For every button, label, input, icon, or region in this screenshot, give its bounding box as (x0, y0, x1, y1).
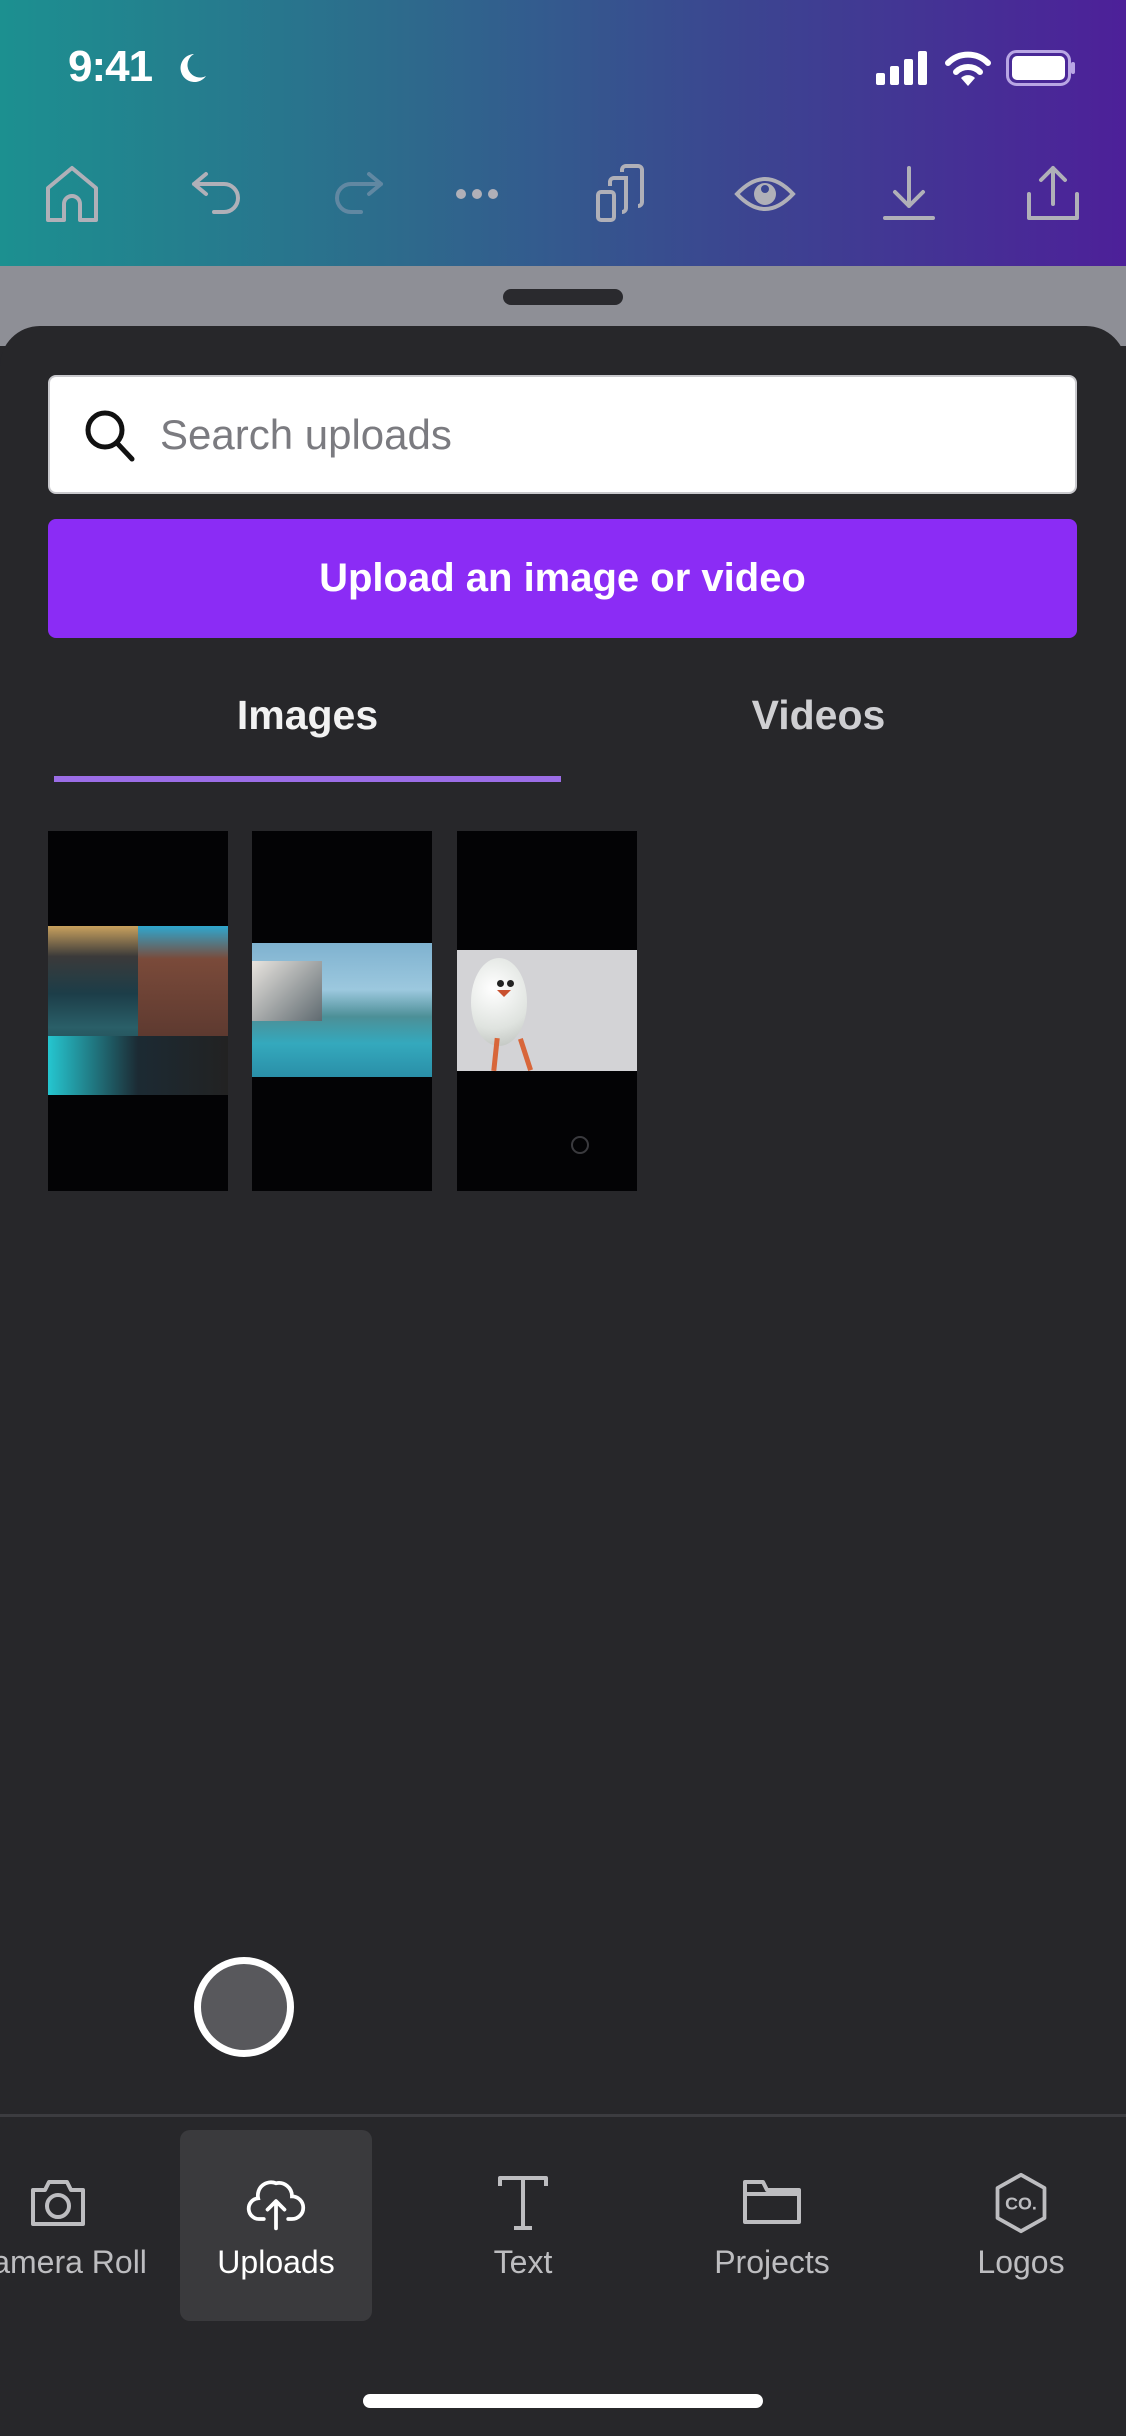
tab-videos[interactable]: Videos (565, 680, 1072, 750)
cloud-upload-icon (246, 2180, 306, 2231)
pages-button[interactable] (588, 162, 652, 226)
nav-label: Camera Roll (0, 2244, 147, 2280)
download-icon (883, 166, 935, 220)
nav-label: Text (493, 2244, 553, 2280)
upload-media-button[interactable]: Upload an image or video (48, 519, 1077, 638)
uploads-sheet (0, 326, 1126, 2436)
active-tab-indicator (54, 776, 561, 782)
undo-icon (192, 172, 240, 214)
app-header (0, 0, 1126, 266)
undo-button[interactable] (186, 162, 250, 226)
redo-button[interactable] (325, 162, 389, 226)
download-button[interactable] (877, 162, 941, 226)
search-bar[interactable] (48, 375, 1077, 494)
home-icon (46, 166, 98, 222)
pages-icon (596, 164, 644, 222)
nav-item-text[interactable]: Text (427, 2130, 619, 2321)
floating-capture-button[interactable] (194, 1957, 294, 2057)
nav-item-logos[interactable]: CO. Logos (925, 2130, 1117, 2321)
search-icon (85, 410, 135, 461)
bottom-nav-divider (0, 2114, 1126, 2117)
status-icons (876, 50, 1076, 86)
nav-label: Logos (977, 2244, 1065, 2280)
loading-indicator-icon (571, 1136, 589, 1154)
thumbnail-image-storefront (48, 926, 228, 1095)
upload-thumbnail[interactable] (457, 831, 637, 1191)
battery-icon (1006, 50, 1075, 86)
nav-label: Projects (714, 2244, 830, 2280)
thumbnail-image-egg-character (457, 950, 637, 1072)
folder-icon (743, 2180, 801, 2224)
logos-badge-text: CO. (1005, 2194, 1037, 2214)
moon-icon (180, 54, 206, 82)
preview-button[interactable] (733, 162, 797, 226)
wifi-icon (945, 51, 991, 86)
more-button[interactable] (445, 162, 509, 226)
home-indicator (363, 2394, 763, 2408)
tab-images[interactable]: Images (54, 680, 561, 750)
search-input[interactable] (158, 409, 1042, 460)
camera-icon (31, 2180, 85, 2226)
nav-item-projects[interactable]: Projects (676, 2130, 868, 2321)
text-icon (498, 2176, 548, 2230)
status-time: 9:41 (68, 42, 153, 91)
nav-item-camera-roll[interactable]: Camera Roll (0, 2130, 154, 2321)
share-button[interactable] (1021, 162, 1085, 226)
upload-thumbnail[interactable] (48, 831, 228, 1191)
home-button[interactable] (40, 162, 104, 226)
redo-icon (335, 172, 383, 214)
logo-hexagon-icon: CO. (995, 2172, 1047, 2234)
nav-label: Uploads (217, 2244, 335, 2280)
thumbnail-image-pool (252, 943, 432, 1077)
nav-item-uploads[interactable]: Uploads (180, 2130, 372, 2321)
cellular-signal-icon (876, 51, 927, 85)
upload-thumbnail[interactable] (252, 831, 432, 1191)
sheet-drag-handle[interactable] (503, 289, 623, 305)
share-icon (1027, 166, 1079, 220)
eye-icon (734, 177, 796, 211)
more-icon (456, 189, 498, 199)
